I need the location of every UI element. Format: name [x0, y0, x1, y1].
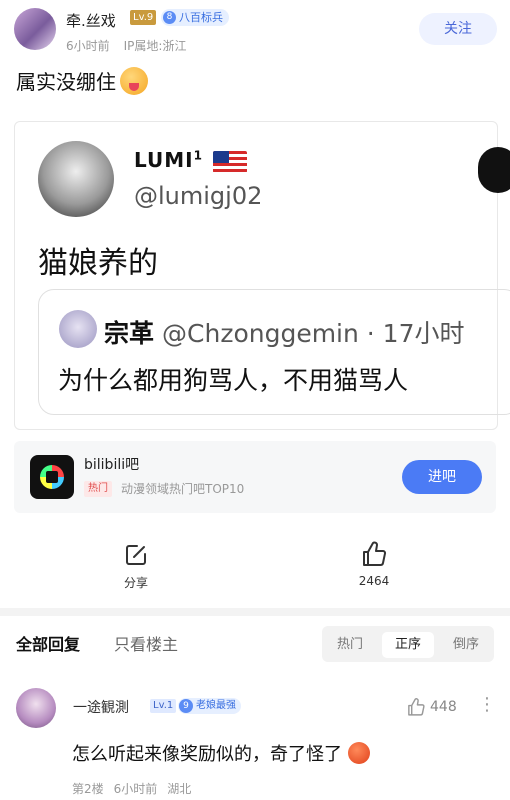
comment-floor: 第2楼: [72, 782, 104, 796]
like-count: 2464: [358, 574, 390, 588]
commenter-avatar[interactable]: [16, 688, 56, 728]
comment-meta: 第2楼 6小时前 湖北: [72, 780, 191, 797]
author-avatar[interactable]: [14, 8, 56, 50]
commenter-level-badge: Lv.1: [150, 699, 177, 713]
comment-time: 6小时前: [113, 782, 158, 796]
quoted-tweet-header: 宗革 @Chzonggemin · 17小时: [104, 314, 465, 350]
comment-like-count: 448: [430, 699, 457, 715]
sort-ascending[interactable]: 正序: [382, 632, 434, 658]
post-text-row: 属实没绷住: [16, 66, 148, 95]
sort-hot[interactable]: 热门: [324, 632, 376, 658]
author-level-badge: Lv.9: [130, 10, 157, 25]
quoted-tweet-avatar: [59, 310, 97, 348]
comment-text-row: 怎么听起来像奖励似的，奇了怪了: [72, 740, 370, 766]
tab-op-only[interactable]: 只看楼主: [114, 631, 178, 655]
tweet-display-name: LUMI1: [134, 148, 203, 172]
badge-label: 八百标兵: [179, 11, 223, 24]
comment-like-button[interactable]: 448: [406, 697, 457, 717]
author-title-badge: 8 八百标兵: [161, 9, 229, 26]
post-meta: 6小时前 IP属地:浙江: [66, 37, 186, 54]
commenter-badge-label: 老娘最强: [196, 700, 236, 711]
more-options-icon[interactable]: ⋮: [478, 694, 496, 715]
enter-forum-button[interactable]: 进吧: [402, 460, 482, 494]
tweet-avatar: [38, 141, 114, 217]
share-icon: [126, 545, 146, 565]
tweet-body: 猫娘养的: [38, 246, 158, 281]
quoted-tweet-name: 宗革: [104, 319, 155, 348]
post-text: 属实没绷住: [16, 70, 116, 94]
post-time: 6小时前: [66, 39, 110, 53]
hot-tag: 热门: [84, 481, 112, 497]
commenter-title-badge: 9 老娘最强: [178, 698, 241, 714]
sort-descending[interactable]: 倒序: [440, 632, 492, 658]
malaysia-flag-icon: [213, 151, 247, 173]
bilibili-logo-icon: [30, 455, 74, 499]
section-divider: [0, 608, 510, 616]
badge-number: 8: [163, 11, 176, 24]
tweet-follow-button-edge: [478, 147, 510, 193]
share-label: 分享: [123, 576, 148, 590]
follow-button[interactable]: 关注: [419, 13, 497, 45]
thumbs-up-icon: [408, 698, 425, 716]
tweet-handle: @lumigj02: [134, 182, 263, 210]
comment-text: 怎么听起来像奖励似的，奇了怪了: [72, 744, 342, 765]
like-button[interactable]: 2464: [344, 540, 404, 588]
quoted-tweet-body: 为什么都用狗骂人，不用猫骂人: [58, 366, 409, 395]
author-name[interactable]: 牵.丝戏: [66, 10, 116, 31]
angry-face-emoji-icon: [348, 742, 370, 764]
quoted-tweet-handle: @Chzonggemin · 17小时: [162, 319, 465, 348]
forum-name: bilibili吧: [84, 457, 140, 473]
squinting-tongue-emoji-icon: [120, 66, 148, 95]
commenter-badge-number: 9: [179, 699, 193, 713]
comment-location: 湖北: [167, 782, 192, 796]
commenter-name[interactable]: 一途観測: [73, 697, 129, 717]
tab-all-replies[interactable]: 全部回复: [16, 631, 80, 655]
thumbs-up-icon: [363, 541, 387, 566]
forum-description: 动漫领域热门吧TOP10: [121, 482, 245, 496]
post-location: IP属地:浙江: [123, 39, 187, 53]
share-button[interactable]: 分享: [106, 542, 166, 591]
